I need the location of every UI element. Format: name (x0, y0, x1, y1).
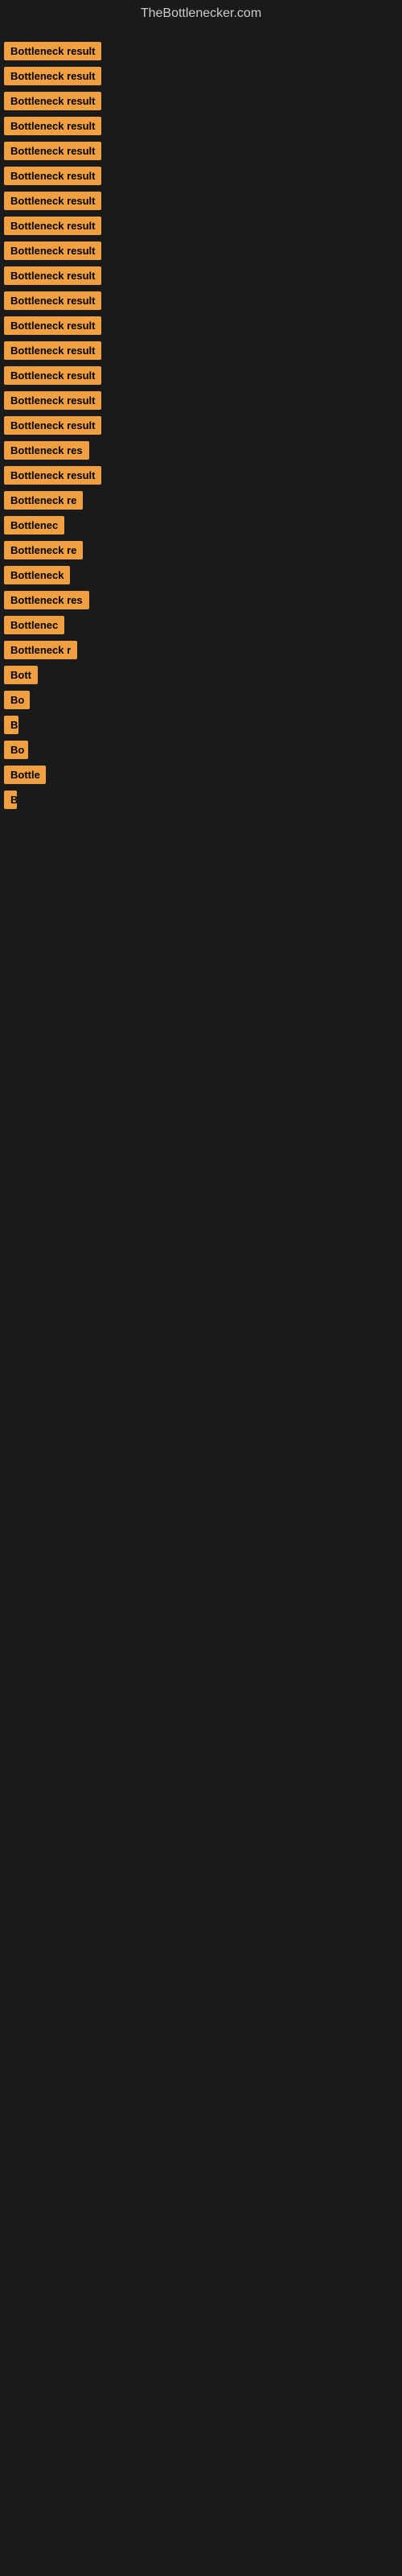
bottleneck-badge: Bottlenec (4, 516, 64, 535)
list-item[interactable]: Bottleneck result (4, 466, 398, 485)
bottleneck-badge: Bottlenec (4, 616, 64, 634)
list-item[interactable]: Bottleneck re (4, 491, 398, 510)
bottleneck-badge: Bottleneck result (4, 291, 101, 310)
list-item[interactable]: Bottleneck result (4, 266, 398, 285)
bottleneck-badge: Bottleneck result (4, 192, 101, 210)
list-item[interactable]: B (4, 716, 398, 734)
list-item[interactable]: Bottleneck result (4, 167, 398, 185)
list-item[interactable]: Bottleneck r (4, 641, 398, 659)
list-item[interactable]: Bottleneck result (4, 242, 398, 260)
list-item[interactable]: Bo (4, 741, 398, 759)
bottleneck-badge: Bottle (4, 766, 46, 784)
list-item[interactable]: Bottleneck result (4, 366, 398, 385)
bottleneck-badge: Bottleneck (4, 566, 70, 584)
list-item[interactable]: Bottle (4, 766, 398, 784)
bottleneck-badge: Bottleneck res (4, 441, 89, 460)
bottleneck-badge: Bottleneck result (4, 341, 101, 360)
list-item[interactable]: Bottleneck result (4, 391, 398, 410)
site-title: TheBottlenecker.com (0, 0, 402, 27)
bottleneck-badge: Bottleneck result (4, 42, 101, 60)
bottleneck-badge: Bottleneck result (4, 167, 101, 185)
bottleneck-badge: Bott (4, 666, 38, 684)
list-item[interactable]: Bottleneck result (4, 92, 398, 110)
bottleneck-badge: Bottleneck re (4, 541, 83, 559)
list-item[interactable]: Bottleneck res (4, 591, 398, 609)
bottleneck-badge: Bottleneck result (4, 316, 101, 335)
bottleneck-badge: Bottleneck result (4, 67, 101, 85)
bottleneck-badge: Bo (4, 741, 28, 759)
list-item[interactable]: Bottleneck res (4, 441, 398, 460)
bottleneck-badge: Bottleneck re (4, 491, 83, 510)
list-item[interactable]: Bottleneck result (4, 42, 398, 60)
bottleneck-badge: Bottleneck result (4, 416, 101, 435)
list-item[interactable]: Bottleneck result (4, 117, 398, 135)
bottleneck-badge: Bottleneck result (4, 142, 101, 160)
bottleneck-badge: Bottleneck result (4, 466, 101, 485)
bottleneck-badge: Bottleneck result (4, 117, 101, 135)
bottleneck-badge: Bottleneck r (4, 641, 77, 659)
list-item[interactable]: Bottleneck result (4, 341, 398, 360)
list-item[interactable]: Bott (4, 666, 398, 684)
list-item[interactable]: Bo (4, 691, 398, 709)
list-item[interactable]: Bottleneck result (4, 291, 398, 310)
list-item[interactable]: Bottlenec (4, 516, 398, 535)
bottleneck-badge: Bottleneck result (4, 242, 101, 260)
list-item[interactable]: Bottleneck result (4, 416, 398, 435)
list-item[interactable]: Bottleneck result (4, 192, 398, 210)
list-item[interactable]: Bottleneck result (4, 142, 398, 160)
list-item[interactable]: Bottleneck re (4, 541, 398, 559)
list-item[interactable]: Bottleneck result (4, 316, 398, 335)
list-item[interactable]: Bottleneck result (4, 67, 398, 85)
bottleneck-badge: Bottleneck result (4, 366, 101, 385)
list-item[interactable]: Bottleneck (4, 566, 398, 584)
bottleneck-badge: Bottleneck result (4, 391, 101, 410)
bottleneck-badge: B (4, 716, 18, 734)
bottleneck-badge: B (4, 791, 17, 809)
list-item[interactable]: Bottleneck result (4, 217, 398, 235)
bottleneck-items-container: Bottleneck result Bottleneck result Bottle… (0, 27, 402, 824)
bottleneck-badge: Bottleneck result (4, 266, 101, 285)
bottleneck-badge: Bottleneck result (4, 217, 101, 235)
bottleneck-badge: Bottleneck result (4, 92, 101, 110)
list-item[interactable]: Bottlenec (4, 616, 398, 634)
list-item[interactable]: B (4, 791, 398, 809)
bottleneck-badge: Bo (4, 691, 30, 709)
bottleneck-badge: Bottleneck res (4, 591, 89, 609)
